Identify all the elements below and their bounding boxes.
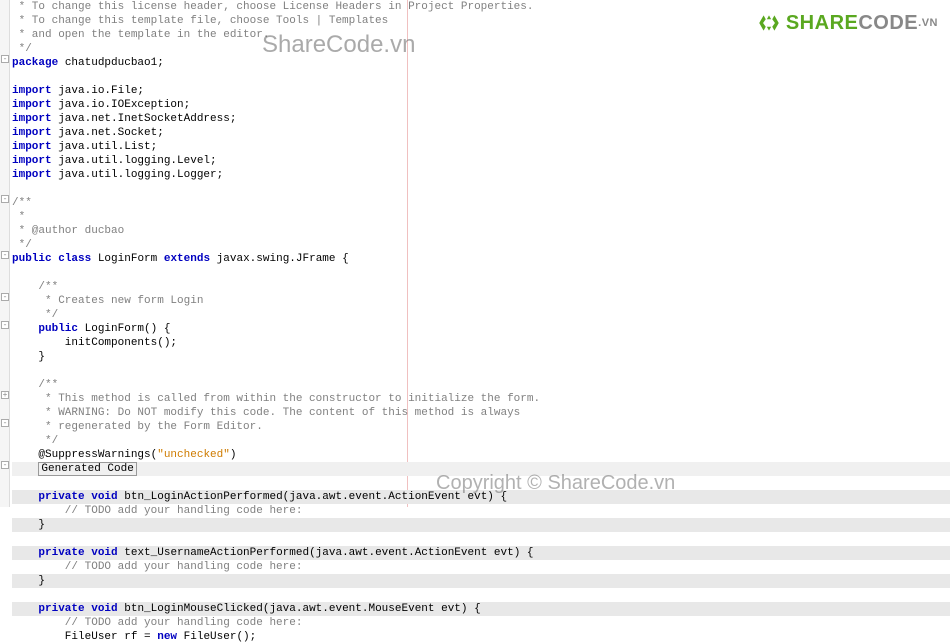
class-name: LoginForm: [91, 253, 164, 265]
fold-marker[interactable]: -: [1, 293, 9, 301]
logo-suffix: .VN: [918, 17, 938, 29]
indent: [12, 547, 38, 559]
fold-marker[interactable]: -: [1, 321, 9, 329]
sharecode-logo: SHARECODE.VN: [756, 10, 938, 36]
keyword-public: public: [38, 323, 78, 335]
fold-marker[interactable]: -: [1, 55, 9, 63]
javadoc-open: /**: [12, 379, 58, 391]
indent: [12, 603, 38, 615]
javadoc-author: * @author ducbao: [12, 225, 124, 237]
import-stmt: java.util.logging.Level;: [52, 155, 217, 167]
code-content[interactable]: * To change this license header, choose …: [12, 0, 950, 644]
import-stmt: java.net.InetSocketAddress;: [52, 113, 237, 125]
keyword-import: import: [12, 155, 52, 167]
ctor-sig: LoginForm() {: [78, 323, 170, 335]
keyword-private: private: [38, 491, 84, 503]
code-editor[interactable]: - - - - - + - - * To change this license…: [0, 0, 950, 507]
comment-line: * To change this license header, choose …: [12, 1, 534, 13]
comment-line: * To change this template file, choose T…: [12, 15, 388, 27]
method-sig: btn_LoginMouseClicked(java.awt.event.Mou…: [118, 603, 481, 615]
import-stmt: java.io.IOException;: [52, 99, 191, 111]
method-sig: btn_LoginActionPerformed(java.awt.event.…: [118, 491, 507, 503]
fold-marker[interactable]: +: [1, 391, 9, 399]
keyword-package: package: [12, 57, 58, 69]
recycle-icon: [756, 10, 782, 36]
javadoc-open: /**: [12, 281, 58, 293]
keyword-new: new: [157, 631, 177, 643]
keyword-void: void: [91, 547, 117, 559]
javadoc-line: * This method is called from within the …: [12, 393, 540, 405]
logo-share: SHARE: [786, 12, 859, 34]
todo-comment: // TODO add your handling code here:: [12, 561, 302, 573]
comment-line: * and open the template in the editor.: [12, 29, 269, 41]
keyword-void: void: [91, 491, 117, 503]
javadoc-close: */: [12, 309, 58, 321]
fold-marker[interactable]: -: [1, 195, 9, 203]
stmt-end: FileUser();: [177, 631, 256, 643]
import-stmt: java.util.List;: [52, 141, 158, 153]
keyword-import: import: [12, 85, 52, 97]
javadoc-line: *: [12, 211, 25, 223]
javadoc-close: */: [12, 239, 32, 251]
todo-comment: // TODO add your handling code here:: [12, 617, 302, 629]
keyword-private: private: [38, 547, 84, 559]
close-brace: }: [12, 575, 45, 587]
javadoc-line: * Creates new form Login: [12, 295, 203, 307]
comment-line: */: [12, 43, 32, 55]
javadoc-open: /**: [12, 197, 32, 209]
fold-marker[interactable]: -: [1, 461, 9, 469]
superclass: javax.swing.JFrame {: [210, 253, 349, 265]
indent: [12, 323, 38, 335]
import-stmt: java.io.File;: [52, 85, 144, 97]
keyword-extends: extends: [164, 253, 210, 265]
string-literal: "unchecked": [157, 449, 230, 461]
keyword-import: import: [12, 141, 52, 153]
logo-code: CODE: [858, 12, 918, 34]
stmt: FileUser rf =: [12, 631, 157, 643]
fold-marker[interactable]: -: [1, 251, 9, 259]
method-sig: text_UsernameActionPerformed(java.awt.ev…: [118, 547, 534, 559]
annotation: @SuppressWarnings(: [12, 449, 157, 461]
keyword-void: void: [91, 603, 117, 615]
javadoc-close: */: [12, 435, 58, 447]
keyword-import: import: [12, 113, 52, 125]
keyword-import: import: [12, 99, 52, 111]
logo-text: SHARECODE.VN: [786, 16, 938, 30]
generated-code-fold[interactable]: Generated Code: [38, 462, 136, 476]
indent: [12, 491, 38, 503]
indent: [12, 463, 38, 475]
keyword-import: import: [12, 169, 52, 181]
import-stmt: java.util.logging.Logger;: [52, 169, 224, 181]
close-brace: }: [12, 351, 45, 363]
keyword-public: public: [12, 253, 52, 265]
package-name: chatudpducbao1;: [58, 57, 164, 69]
javadoc-line: * regenerated by the Form Editor.: [12, 421, 263, 433]
javadoc-line: * WARNING: Do NOT modify this code. The …: [12, 407, 520, 419]
import-stmt: java.net.Socket;: [52, 127, 164, 139]
keyword-private: private: [38, 603, 84, 615]
annotation-end: ): [230, 449, 237, 461]
fold-marker[interactable]: -: [1, 419, 9, 427]
close-brace: }: [12, 519, 45, 531]
ctor-body: initComponents();: [12, 337, 177, 349]
keyword-class: class: [58, 253, 91, 265]
keyword-import: import: [12, 127, 52, 139]
